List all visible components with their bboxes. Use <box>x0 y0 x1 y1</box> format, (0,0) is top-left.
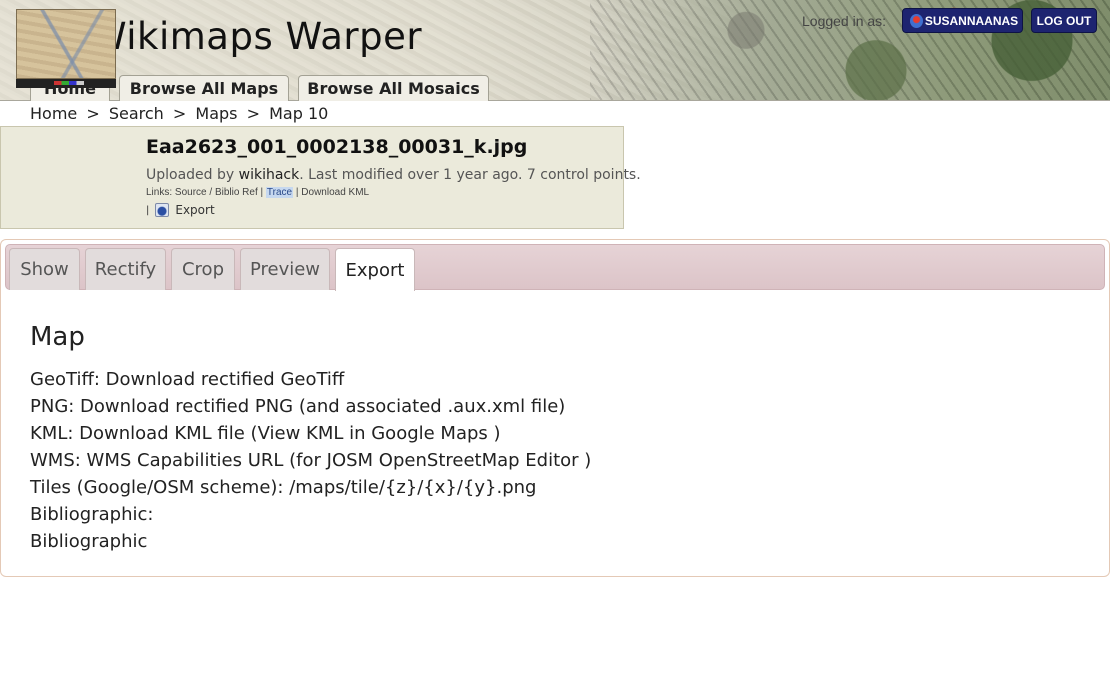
map-title: Eaa2623_001_0002138_00031_k.jpg <box>146 136 528 158</box>
export-icon <box>155 203 170 217</box>
tab-strip <box>5 244 1105 290</box>
export-link[interactable]: Export <box>175 203 214 217</box>
breadcrumb-separator: > <box>246 104 261 123</box>
breadcrumb-separator: > <box>172 104 187 123</box>
export-png[interactable]: PNG: Download rectified PNG (and associa… <box>30 395 591 422</box>
tab-export[interactable]: Export <box>335 248 415 291</box>
map-links: Links: Source / Biblio Ref | Trace | Dow… <box>146 187 369 198</box>
map-meta: Uploaded by wikihack. Last modified over… <box>146 167 641 183</box>
export-link-row: | Export <box>146 203 215 217</box>
wikipedia-icon <box>910 14 923 28</box>
username: SUSANNAANAS <box>924 13 1019 28</box>
link-separator: | <box>260 187 264 198</box>
breadcrumb-maps[interactable]: Maps <box>195 104 237 123</box>
breadcrumb-separator: > <box>86 104 100 123</box>
user-button[interactable]: SUSANNAANAS <box>902 8 1023 33</box>
nav-tab-browse-mosaics[interactable]: Browse All Mosaics <box>298 75 489 101</box>
uploaded-by-label: Uploaded by <box>146 167 235 183</box>
links-label: Links: <box>146 187 173 198</box>
export-geotiff[interactable]: GeoTiff: Download rectified GeoTiff <box>30 368 591 395</box>
export-kml[interactable]: KML: Download KML file (View KML in Goog… <box>30 422 591 449</box>
breadcrumb: Home > Search > Maps > Map 10 <box>30 104 332 123</box>
tab-rectify[interactable]: Rectify <box>85 248 166 290</box>
link-trace[interactable]: Trace <box>265 187 294 198</box>
bibliographic-value: Bibliographic <box>30 531 148 552</box>
breadcrumb-search[interactable]: Search <box>109 104 164 123</box>
logout-button[interactable]: LOG OUT <box>1031 8 1097 33</box>
nav-tab-browse-maps[interactable]: Browse All Maps <box>119 75 289 101</box>
logged-in-label: Logged in as: <box>802 13 887 29</box>
export-wms[interactable]: WMS: WMS Capabilities URL (for JOSM Open… <box>30 449 591 476</box>
link-separator: / <box>209 187 213 198</box>
link-biblio-ref[interactable]: Biblio Ref <box>215 187 258 198</box>
breadcrumb-home[interactable]: Home <box>30 104 77 123</box>
export-pipe: | <box>146 204 150 216</box>
bibliographic-label: Bibliographic: <box>30 504 154 525</box>
modified-text: . Last modified over 1 year ago. 7 contr… <box>299 167 641 183</box>
map-thumbnail-strip <box>16 79 116 88</box>
breadcrumb-current: Map 10 <box>269 104 329 123</box>
site-title[interactable]: Wikimaps Warper <box>90 15 422 58</box>
map-thumbnail[interactable] <box>16 9 116 79</box>
link-separator: | <box>295 187 299 198</box>
link-source[interactable]: Source <box>175 187 207 198</box>
link-download-kml[interactable]: Download KML <box>301 187 369 198</box>
tab-show[interactable]: Show <box>9 248 80 290</box>
export-options-list: GeoTiff: Download rectified GeoTiff PNG:… <box>30 368 591 557</box>
tab-crop[interactable]: Crop <box>171 248 235 290</box>
section-title: Map <box>30 322 85 352</box>
tab-preview[interactable]: Preview <box>240 248 330 290</box>
export-tiles: Tiles (Google/OSM scheme): /maps/tile/{z… <box>30 477 537 498</box>
uploader-link[interactable]: wikihack <box>239 167 300 183</box>
